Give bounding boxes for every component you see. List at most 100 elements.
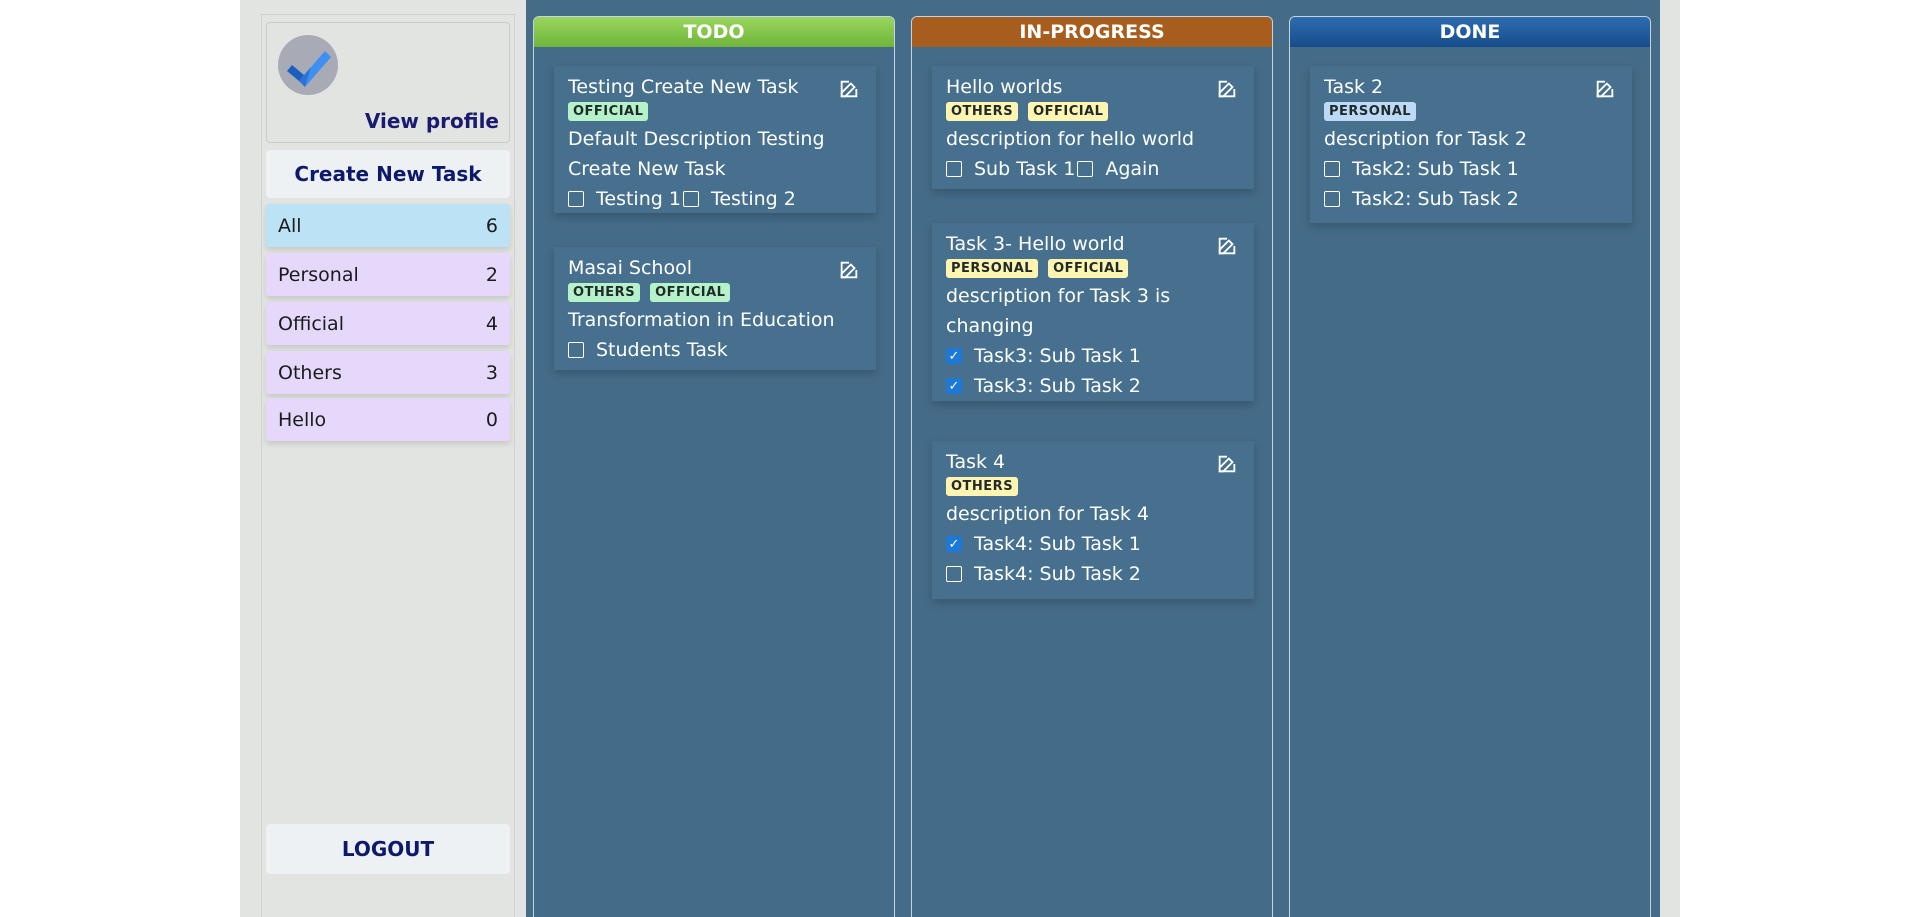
task-title: Testing Create New Task [568, 76, 799, 98]
subtask-label: Sub Task 1 [974, 158, 1076, 180]
checkbox-icon[interactable] [1324, 191, 1340, 207]
tag-official: OFFICIAL [1048, 259, 1129, 278]
task-description: Default Description Testing Create New T… [568, 128, 825, 180]
subtask-item: ✓ Task3: Sub Task 2 [946, 371, 1238, 401]
task-description: description for Task 4 [946, 503, 1149, 525]
subtask-list: Students Task [568, 335, 862, 365]
task-description: description for Task 3 is changing [946, 285, 1171, 337]
column-todo: TODO Testing Create New Task OFFICIAL De… [533, 16, 895, 917]
subtask-item: Task2: Sub Task 2 [1324, 184, 1616, 214]
subtask-label: Testing 2 [710, 188, 796, 210]
subtask-list: Testing 1 Testing 2 [568, 184, 862, 214]
category-label: Official [278, 312, 344, 335]
tag-list: PERSONAL OFFICIAL [946, 259, 1240, 278]
checkbox-icon[interactable] [1077, 161, 1094, 177]
subtask-label: Task4: Sub Task 1 [974, 533, 1141, 555]
category-others[interactable]: Others 3 [266, 351, 510, 394]
category-hello[interactable]: Hello 0 [266, 398, 510, 441]
category-personal[interactable]: Personal 2 [266, 253, 510, 296]
tag-official: OFFICIAL [1028, 102, 1109, 121]
subtask-item: ✓ Task3: Sub Task 1 [946, 341, 1238, 371]
task-description: description for hello world [946, 128, 1195, 150]
subtask-item: Students Task [568, 335, 860, 365]
tag-official: OFFICIAL [650, 283, 731, 302]
task-card[interactable]: Task 2 PERSONAL description for Task 2 T… [1310, 66, 1632, 223]
category-count: 3 [485, 361, 498, 384]
logout-button[interactable]: LOGOUT [266, 824, 510, 874]
column-in-progress: IN-PROGRESS Hello worlds OTHERS OFFICIAL… [911, 16, 1273, 917]
subtask-label: Task2: Sub Task 1 [1352, 158, 1519, 180]
category-all[interactable]: All 6 [266, 204, 510, 247]
checkbox-icon[interactable] [682, 191, 699, 207]
task-card[interactable]: Hello worlds OTHERS OFFICIAL description… [932, 66, 1254, 189]
subtask-item: Sub Task 1 [946, 154, 1075, 184]
checkbox-icon[interactable] [1324, 161, 1340, 177]
subtask-item: Task4: Sub Task 2 [946, 559, 1238, 589]
tag-personal: PERSONAL [946, 259, 1039, 278]
column-header-in-progress: IN-PROGRESS [912, 17, 1272, 47]
task-title: Masai School [568, 257, 692, 279]
tag-official: OFFICIAL [568, 102, 649, 121]
task-description: description for Task 2 [1324, 128, 1527, 150]
task-title: Hello worlds [946, 76, 1063, 98]
category-count: 0 [485, 408, 498, 431]
subtask-label: Task3: Sub Task 2 [974, 375, 1141, 397]
task-title: Task 4 [946, 451, 1006, 473]
category-count: 4 [485, 312, 498, 335]
category-label: Others [278, 361, 342, 384]
create-new-task-button[interactable]: Create New Task [266, 150, 510, 198]
subtask-list: ✓ Task4: Sub Task 1 Task4: Sub Task 2 [946, 529, 1240, 589]
subtask-label: Task4: Sub Task 2 [974, 563, 1141, 585]
subtask-item: Testing 2 [682, 184, 796, 214]
subtask-label: Students Task [596, 339, 728, 361]
category-count: 2 [485, 263, 498, 286]
tag-list: OTHERS OFFICIAL [568, 283, 862, 302]
tag-others: OTHERS [946, 102, 1019, 121]
edit-icon[interactable] [1216, 453, 1238, 475]
task-card[interactable]: Testing Create New Task OFFICIAL Default… [554, 66, 876, 213]
task-title: Task 2 [1324, 76, 1384, 98]
edit-icon[interactable] [838, 78, 860, 100]
subtask-list: Sub Task 1 Again [946, 154, 1240, 184]
category-official[interactable]: Official 4 [266, 302, 510, 345]
column-header-done: DONE [1290, 17, 1650, 47]
task-description: Transformation in Education [568, 309, 835, 331]
edit-icon[interactable] [1594, 78, 1616, 100]
checkbox-icon[interactable]: ✓ [946, 378, 962, 394]
checkbox-icon[interactable] [946, 566, 962, 582]
tag-list: OFFICIAL [568, 102, 862, 121]
checkbox-icon[interactable] [568, 342, 584, 358]
checkbox-icon[interactable]: ✓ [946, 348, 962, 364]
tag-others: OTHERS [946, 477, 1019, 496]
checkbox-icon[interactable]: ✓ [946, 536, 962, 552]
task-card[interactable]: Task 3- Hello world PERSONAL OFFICIAL de… [932, 223, 1254, 401]
subtask-item: Task2: Sub Task 1 [1324, 154, 1616, 184]
edit-icon[interactable] [838, 259, 860, 281]
task-card[interactable]: Masai School OTHERS OFFICIAL Transformat… [554, 247, 876, 370]
column-done: DONE Task 2 PERSONAL description for Tas… [1289, 16, 1651, 917]
checkmark-logo-icon [278, 35, 338, 95]
subtask-label: Task3: Sub Task 1 [974, 345, 1141, 367]
view-profile-link[interactable]: View profile [365, 109, 499, 133]
tag-list: OTHERS [946, 477, 1240, 496]
subtask-label: Testing 1 [596, 188, 681, 210]
task-title: Task 3- Hello world [946, 233, 1125, 255]
tag-list: OTHERS OFFICIAL [946, 102, 1240, 121]
profile-panel: View profile [266, 22, 510, 143]
category-label: All [278, 214, 302, 237]
edit-icon[interactable] [1216, 235, 1238, 257]
subtask-list: Task2: Sub Task 1 Task2: Sub Task 2 [1324, 154, 1618, 214]
subtask-label: Task2: Sub Task 2 [1352, 188, 1519, 210]
checkbox-icon[interactable] [946, 161, 962, 177]
tag-personal: PERSONAL [1324, 102, 1417, 121]
task-card[interactable]: Task 4 OTHERS description for Task 4 ✓ T… [932, 441, 1254, 599]
tag-others: OTHERS [568, 283, 641, 302]
column-header-todo: TODO [534, 17, 894, 47]
checkbox-icon[interactable] [568, 191, 584, 207]
subtask-label: Again [1105, 158, 1160, 180]
subtask-item: Testing 1 [568, 184, 681, 214]
tag-list: PERSONAL [1324, 102, 1618, 121]
category-label: Personal [278, 263, 359, 286]
edit-icon[interactable] [1216, 78, 1238, 100]
category-label: Hello [278, 408, 327, 431]
